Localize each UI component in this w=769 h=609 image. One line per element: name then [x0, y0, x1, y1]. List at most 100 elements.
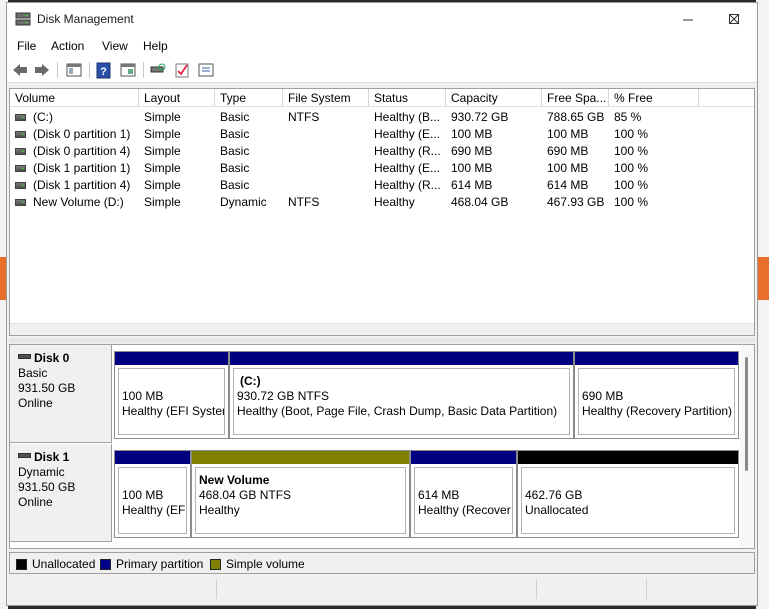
volume-row[interactable]: New Volume (D:) Simple Dynamic NTFS Heal… [10, 194, 754, 211]
column-header-status[interactable]: Status [369, 89, 446, 107]
title-bar[interactable]: Disk Management [7, 3, 757, 35]
partition-color-bar [115, 352, 228, 365]
column-header-layout[interactable]: Layout [139, 89, 215, 107]
volume-layout: Simple [144, 127, 181, 141]
volume-name: (Disk 1 partition 1) [33, 161, 131, 175]
volume-type: Dynamic [220, 195, 267, 209]
rescan-disks-icon[interactable] [149, 61, 167, 79]
settings-list-icon[interactable] [197, 61, 215, 79]
column-header-volume[interactable]: Volume [10, 89, 139, 107]
close-button[interactable] [711, 3, 757, 35]
column-header-file-system[interactable]: File System [283, 89, 369, 107]
toolbar: ? [7, 57, 757, 83]
disk-0-info[interactable]: Disk 0 Basic 931.50 GB Online [10, 345, 112, 443]
volume-percent-free: 100 % [614, 127, 649, 141]
show-hide-console-tree-icon[interactable] [65, 61, 83, 79]
minimize-button[interactable] [665, 3, 711, 35]
volume-row[interactable]: (Disk 0 partition 1) Simple Basic Health… [10, 126, 754, 143]
partition-color-bar [192, 451, 409, 464]
volume-layout: Simple [144, 178, 181, 192]
disk-1-info[interactable]: Disk 1 Dynamic 931.50 GB Online [10, 444, 112, 542]
volume-type: Basic [220, 144, 250, 158]
partition-size: 462.76 GB [525, 488, 583, 502]
disk-0-name: Disk 0 [34, 351, 70, 365]
volume-row[interactable]: (Disk 1 partition 1) Simple Basic Health… [10, 160, 754, 177]
partition-disk0-efi[interactable]: 100 MB Healthy (EFI System [114, 351, 229, 439]
pane-splitter[interactable] [9, 338, 755, 343]
partition-disk1-new-volume[interactable]: New Volume 468.04 GB NTFS Healthy [191, 450, 410, 538]
status-cell [537, 579, 647, 599]
partition-size: 100 MB [122, 488, 164, 502]
volume-layout: Simple [144, 195, 181, 209]
vertical-scrollbar[interactable] [740, 345, 754, 548]
toolbar-separator [143, 62, 144, 78]
partition-disk1-efi[interactable]: 100 MB Healthy (EF [114, 450, 191, 538]
partition-status: Unallocated [525, 503, 589, 517]
legend-item-unallocated: Unallocated [16, 557, 95, 571]
partition-size: 930.72 GB NTFS [237, 389, 330, 403]
legend-label: Simple volume [226, 557, 305, 571]
legend-bar: Unallocated Primary partition Simple vol… [9, 552, 755, 574]
help-icon[interactable]: ? [95, 61, 113, 79]
menu-view[interactable]: View [102, 39, 128, 53]
volume-icon [15, 182, 26, 189]
volume-row[interactable]: (Disk 0 partition 4) Simple Basic Health… [10, 143, 754, 160]
partition-disk1-recovery[interactable]: 614 MB Healthy (Recover [410, 450, 517, 538]
volume-layout: Simple [144, 110, 181, 124]
check-icon[interactable] [173, 61, 191, 79]
column-header-capacity[interactable]: Capacity [446, 89, 542, 107]
volume-percent-free: 100 % [614, 195, 649, 209]
volume-name: (Disk 1 partition 4) [33, 178, 131, 192]
partition-disk1-unallocated[interactable]: 462.76 GB Unallocated [517, 450, 739, 538]
properties-icon[interactable] [119, 61, 137, 79]
volume-free-space: 467.93 GB [547, 195, 605, 209]
disk-1-status: Online [18, 495, 53, 509]
column-header-type[interactable]: Type [215, 89, 283, 107]
volume-status: Healthy (B... [374, 110, 441, 124]
volume-percent-free: 100 % [614, 144, 649, 158]
partition-details: 100 MB Healthy (EFI System [118, 368, 225, 435]
volume-status: Healthy (R... [374, 178, 441, 192]
partition-title: (C:) [240, 374, 261, 388]
partition-status: Healthy (Recover [418, 503, 511, 517]
volume-type: Basic [220, 110, 250, 124]
partition-disk0-recovery[interactable]: 690 MB Healthy (Recovery Partition) [574, 351, 739, 439]
volume-status: Healthy (E... [374, 161, 441, 175]
svg-text:?: ? [100, 66, 107, 78]
menu-help[interactable]: Help [143, 39, 168, 53]
disk-1-type: Dynamic [18, 465, 65, 479]
partition-details: New Volume 468.04 GB NTFS Healthy [195, 467, 406, 534]
scrollbar-thumb[interactable] [745, 357, 748, 471]
volume-capacity: 930.72 GB [451, 110, 509, 124]
disk-1-size: 931.50 GB [18, 480, 76, 494]
volume-status: Healthy (E... [374, 127, 441, 141]
back-arrow-icon[interactable] [11, 61, 29, 79]
volume-capacity: 614 MB [451, 178, 493, 192]
volume-row[interactable]: (C:) Simple Basic NTFS Healthy (B... 930… [10, 109, 754, 126]
partition-size: 614 MB [418, 488, 460, 502]
volume-percent-free: 85 % [614, 110, 642, 124]
column-header-percent-free[interactable]: % Free [609, 89, 699, 107]
window-title: Disk Management [37, 12, 134, 26]
volume-type: Basic [220, 127, 250, 141]
volume-capacity: 100 MB [451, 161, 493, 175]
legend-swatch-blue [100, 558, 111, 570]
partition-status: Healthy (Recovery Partition) [582, 404, 733, 418]
menu-file[interactable]: File [17, 39, 36, 53]
volume-row[interactable]: (Disk 1 partition 4) Simple Basic Health… [10, 177, 754, 194]
column-header-free-space[interactable]: Free Spa... [542, 89, 609, 107]
horizontal-scrollbar[interactable] [10, 323, 754, 335]
disk-0-status: Online [18, 396, 53, 410]
partition-disk0-c-drive[interactable]: (C:) 930.72 GB NTFS Healthy (Boot, Page … [229, 351, 574, 439]
volume-type: Basic [220, 178, 250, 192]
forward-arrow-icon[interactable] [33, 61, 51, 79]
volume-percent-free: 100 % [614, 161, 649, 175]
partition-details: (C:) 930.72 GB NTFS Healthy (Boot, Page … [233, 368, 570, 435]
volume-free-space: 100 MB [547, 127, 589, 141]
menu-action[interactable]: Action [51, 39, 84, 53]
volume-name: (C:) [33, 110, 53, 124]
partition-details: 690 MB Healthy (Recovery Partition) [578, 368, 735, 435]
volume-free-space: 788.65 GB [547, 110, 605, 124]
volume-percent-free: 100 % [614, 178, 649, 192]
disk-icon [18, 354, 31, 359]
